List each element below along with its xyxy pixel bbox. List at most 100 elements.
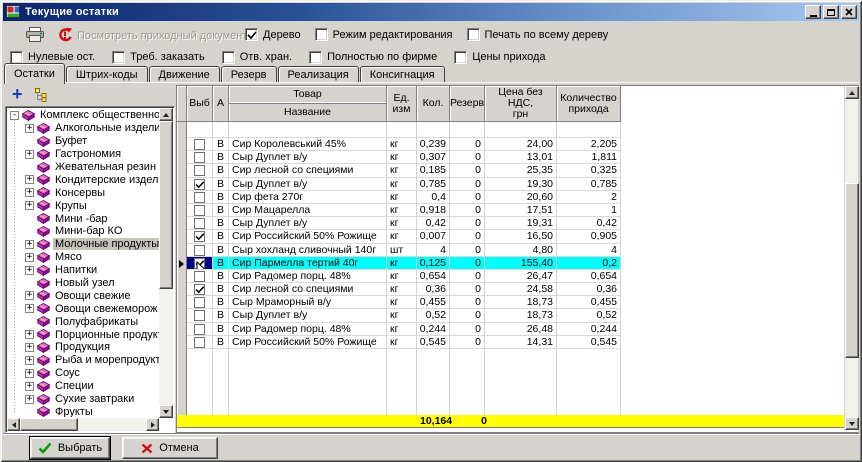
header-qty[interactable]: Кол. [417, 86, 450, 122]
row-select-cell[interactable] [187, 191, 213, 204]
tree-horizontal-scrollbar[interactable] [7, 418, 159, 431]
row-checkbox[interactable] [194, 152, 205, 163]
scroll-left-button[interactable] [7, 418, 20, 431]
row-checkbox[interactable] [194, 324, 205, 335]
row-select-cell[interactable] [187, 244, 213, 257]
table-row[interactable]: В Сыр хохланд сливочный 140г шт 4 0 4,80… [177, 244, 858, 257]
toolbar-checkbox[interactable]: Печать по всему дереву [467, 28, 609, 41]
tree-item[interactable]: + Специи [8, 380, 159, 393]
scroll-right-button[interactable] [146, 418, 159, 431]
row-checkbox[interactable] [194, 284, 205, 295]
row-select-cell[interactable] [187, 178, 213, 191]
tree-item[interactable]: + Рыба и морепродукт [8, 354, 159, 367]
tree-expander-icon[interactable]: + [25, 395, 34, 404]
scroll-up-button[interactable] [845, 86, 859, 99]
header-reserve[interactable]: Резерв [450, 86, 485, 122]
row-checkbox[interactable] [194, 231, 205, 242]
scrollbar-thumb[interactable] [845, 183, 859, 358]
header-unit[interactable]: Ед. изм [387, 86, 417, 122]
scroll-up-button[interactable] [159, 108, 173, 121]
tree-item[interactable]: + Овощи свежеморож [8, 302, 159, 315]
table-row[interactable]: В Сир Радомер порц. 48% кг 0,654 0 26,47… [177, 270, 858, 283]
tab[interactable]: Реализация [278, 66, 359, 83]
close-button[interactable] [841, 5, 857, 19]
table-row[interactable]: В Сир фета 270г кг 0,4 0 20,60 2 [177, 191, 858, 204]
header-income[interactable]: Количество прихода [557, 86, 621, 122]
tree-item[interactable]: + Порционные продукт [8, 328, 159, 341]
row-checkbox[interactable] [194, 310, 205, 321]
tab[interactable]: Остатки [4, 63, 65, 84]
scrollbar-thumb[interactable] [159, 121, 173, 289]
tree-item[interactable]: - Комплекс общественно [8, 109, 159, 122]
header-price[interactable]: Цена без НДС, грн [485, 86, 557, 122]
checkbox-box[interactable] [315, 28, 328, 41]
tree-expander-icon[interactable]: + [25, 175, 34, 184]
row-checkbox[interactable] [194, 297, 205, 308]
scroll-down-button[interactable] [159, 405, 173, 418]
tree-expander-icon[interactable]: + [25, 356, 34, 365]
tree-expander-icon[interactable]: + [25, 304, 34, 313]
tree-expander-icon[interactable]: + [25, 150, 34, 159]
tree-expander-icon[interactable]: + [25, 369, 34, 378]
tree-item[interactable]: Буфет [8, 135, 159, 148]
tree-expander-icon[interactable]: + [25, 201, 34, 210]
tree-expander-icon[interactable]: + [25, 291, 34, 300]
table-row[interactable]: В Сир Радомер порц. 48% кг 0,244 0 26,48… [177, 323, 858, 336]
table-row[interactable]: В Сир Пармелла тертий 40г кг 0,125 0 155… [177, 257, 858, 270]
tree-expander-icon[interactable]: + [25, 330, 34, 339]
row-checkbox[interactable] [194, 139, 205, 150]
toolbar-checkbox[interactable]: Дерево [245, 28, 301, 41]
tree-expander-icon[interactable]: + [25, 253, 34, 262]
tree-item[interactable]: Жевательная резин [8, 161, 159, 174]
cancel-button[interactable]: Отмена [122, 437, 218, 459]
tree-vertical-scrollbar[interactable] [159, 108, 173, 418]
tree-item[interactable]: + Консервы [8, 186, 159, 199]
header-product[interactable]: Товар Название [229, 86, 387, 122]
row-select-cell[interactable] [187, 296, 213, 309]
minimize-button[interactable] [805, 5, 821, 19]
tree-expander-icon[interactable]: + [25, 124, 34, 133]
table-row[interactable]: В Сыр Дуплет в/у кг 0,785 0 19,30 0,785 [177, 178, 858, 191]
row-select-cell[interactable] [187, 204, 213, 217]
row-checkbox[interactable] [194, 205, 205, 216]
tree-item[interactable]: + Овощи свежие [8, 289, 159, 302]
tree-expander-icon[interactable] [25, 317, 34, 326]
table-row[interactable]: В Сир Российский 50% Рожище кг 0,007 0 1… [177, 230, 858, 243]
tree-item[interactable]: + Гастрономия [8, 148, 159, 161]
row-checkbox[interactable] [194, 179, 205, 190]
tree-expander-icon[interactable] [25, 279, 34, 288]
row-checkbox[interactable] [194, 337, 205, 348]
table-row[interactable]: В Сир лесной со специями кг 0,185 0 25,3… [177, 164, 858, 177]
tree-item[interactable]: + Мясо [8, 251, 159, 264]
tree-item[interactable]: Новый узел [8, 277, 159, 290]
select-button[interactable]: Выбрать [30, 437, 110, 459]
row-select-cell[interactable] [187, 151, 213, 164]
tree-expander-icon[interactable]: - [10, 111, 19, 120]
row-select-cell[interactable] [187, 336, 213, 349]
checkbox-box[interactable] [467, 28, 480, 41]
row-select-cell[interactable] [187, 164, 213, 177]
header-a[interactable]: А [213, 86, 229, 122]
toolbar-checkbox[interactable]: Режим редактирования [315, 28, 453, 41]
tree-item[interactable]: + Сухие завтраки [8, 393, 159, 406]
row-checkbox[interactable] [194, 245, 205, 256]
print-button[interactable] [25, 27, 45, 43]
table-row[interactable]: В Сыр Дуплет в/у кг 0,307 0 13,01 1,811 [177, 151, 858, 164]
row-checkbox[interactable] [194, 271, 205, 282]
tree-expander-icon[interactable]: + [25, 343, 34, 352]
tab[interactable]: Штрих-коды [66, 66, 148, 83]
tree-expander-icon[interactable] [25, 227, 34, 236]
row-select-cell[interactable] [187, 323, 213, 336]
titlebar[interactable]: Текущие остатки [3, 3, 859, 21]
scroll-down-button[interactable] [845, 417, 859, 430]
scrollbar-thumb[interactable] [20, 418, 78, 431]
tree-item[interactable]: + Напитки [8, 264, 159, 277]
row-select-cell[interactable] [187, 270, 213, 283]
tree-expander-icon[interactable] [25, 214, 34, 223]
row-checkbox[interactable] [194, 192, 205, 203]
header-selected[interactable]: Выб [187, 86, 213, 122]
row-checkbox[interactable] [194, 165, 205, 176]
row-select-cell[interactable] [187, 257, 213, 270]
tab[interactable]: Резерв [221, 66, 277, 83]
tree-item[interactable]: Мини-бар КО [8, 225, 159, 238]
